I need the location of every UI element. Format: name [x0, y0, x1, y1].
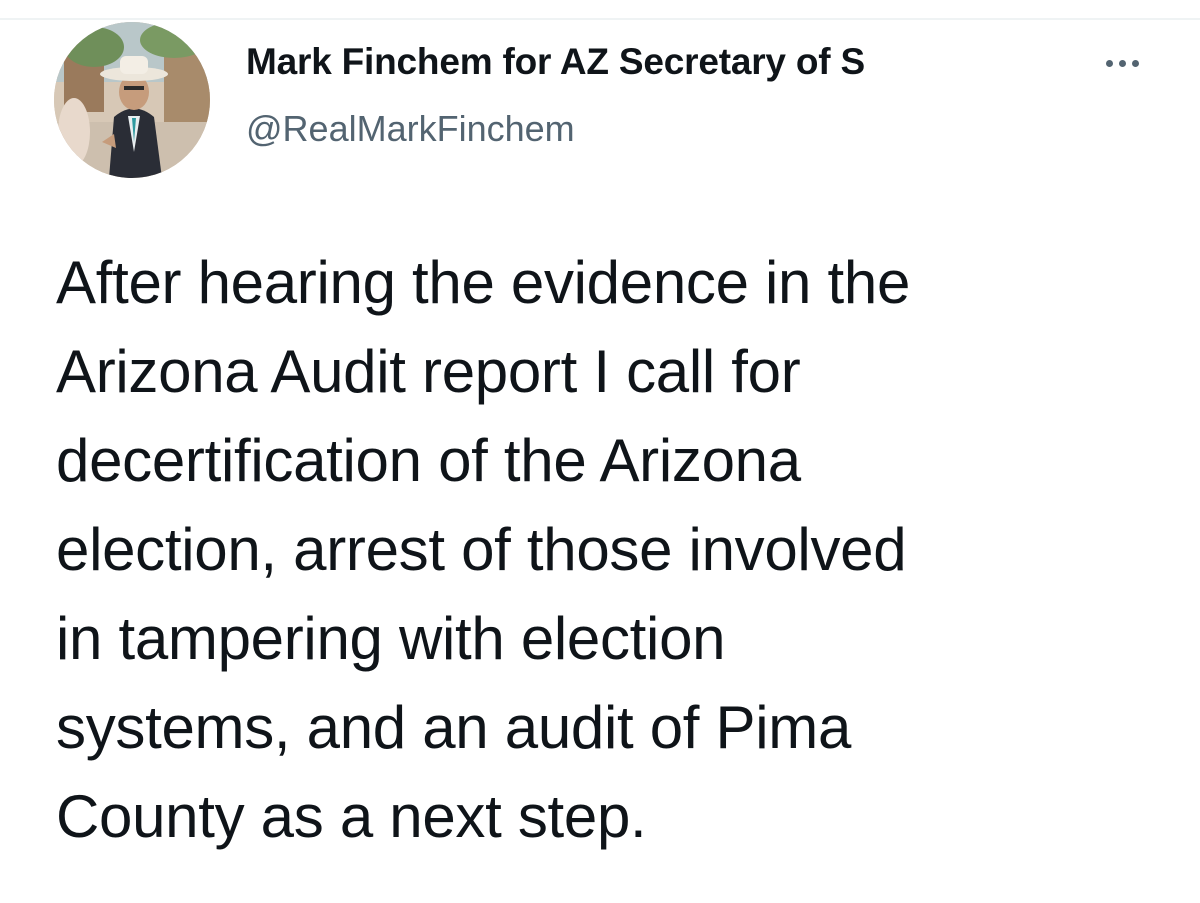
more-dot [1118, 59, 1126, 67]
more-dot [1105, 59, 1113, 67]
tweet-header: Mark Finchem for AZ Secretary of S @Real… [54, 22, 1164, 180]
avatar-photo-icon [54, 22, 210, 178]
tweet-text: After hearing the evidence in the Arizon… [56, 249, 911, 850]
author-display-name[interactable]: Mark Finchem for AZ Secretary of S [246, 41, 1046, 83]
more-dot [1131, 59, 1139, 67]
author-handle[interactable]: @RealMarkFinchem [246, 108, 575, 150]
top-divider [0, 18, 1200, 20]
more-options-icon[interactable] [1092, 48, 1152, 78]
avatar[interactable] [54, 22, 210, 178]
